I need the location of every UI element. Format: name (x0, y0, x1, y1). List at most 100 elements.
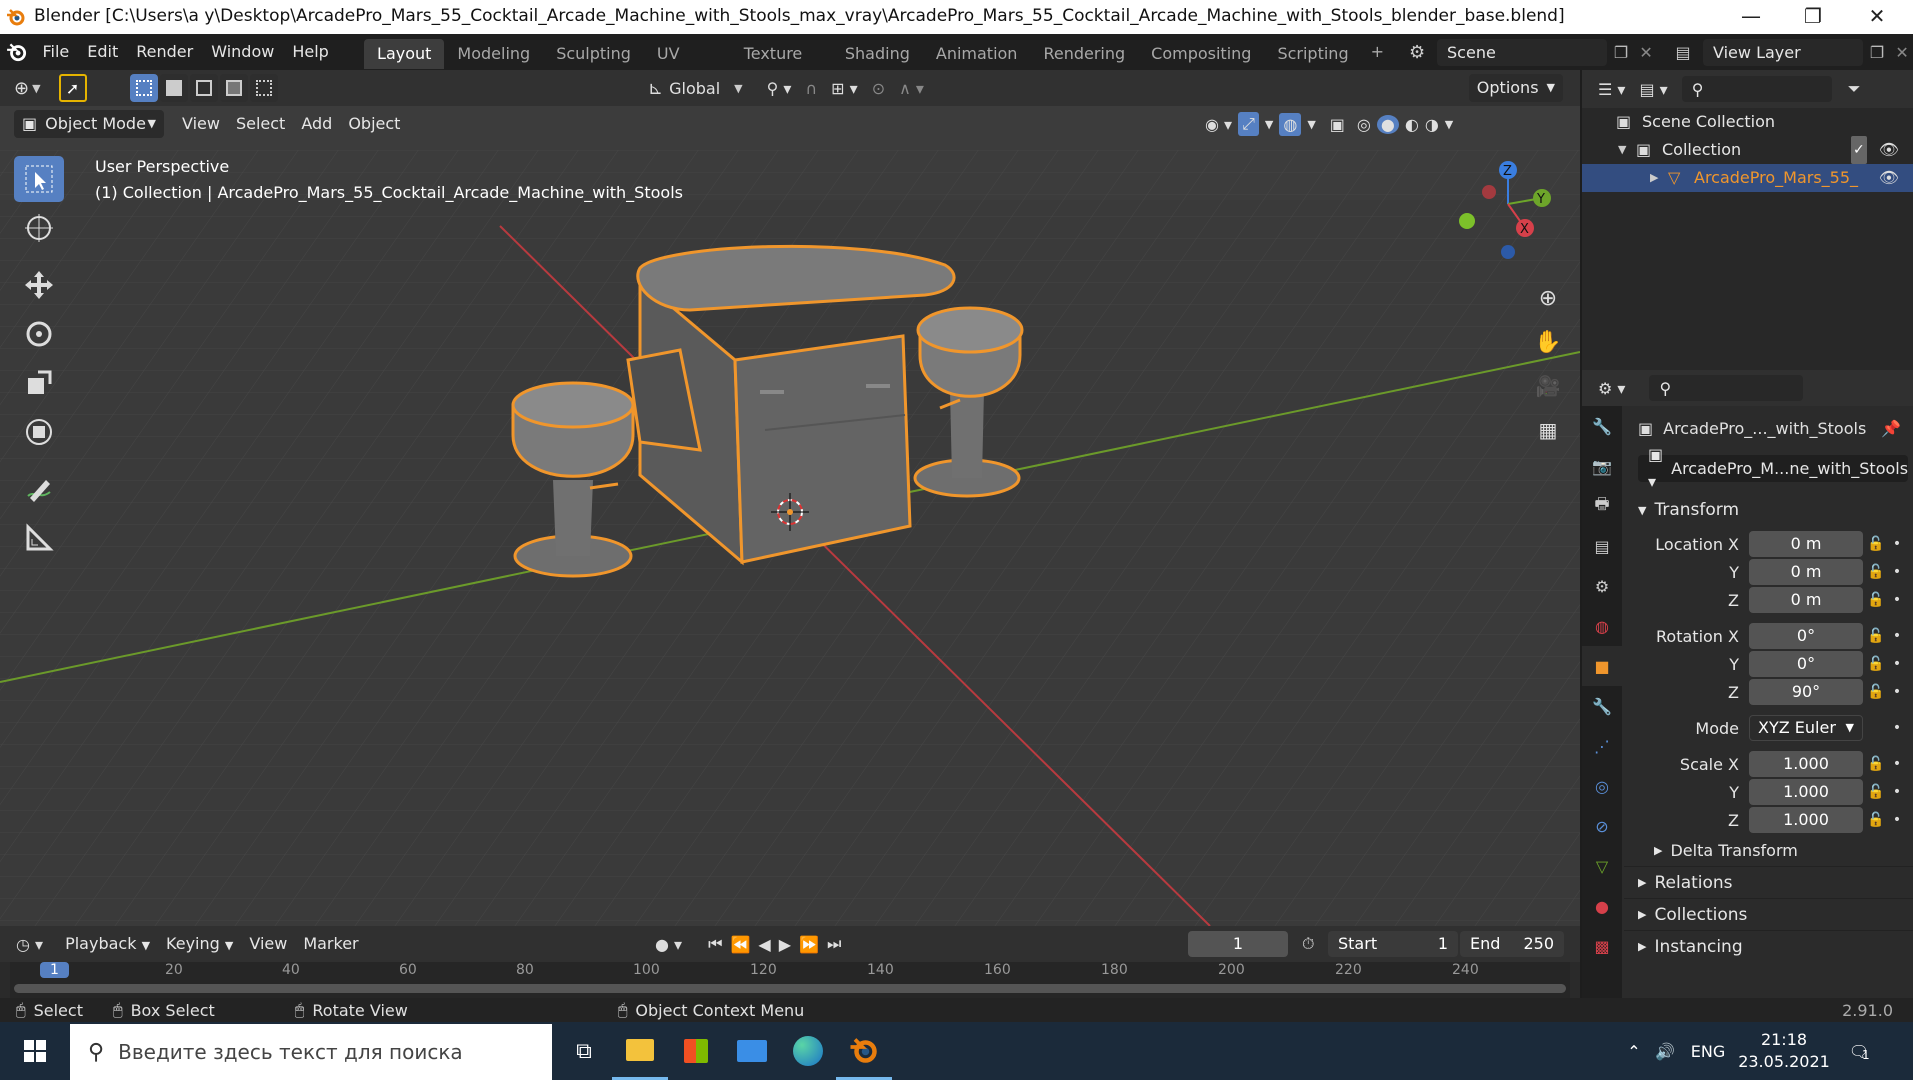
tab-layout[interactable]: Layout (364, 39, 445, 69)
collections-panel[interactable]: ▶ Collections (1624, 898, 1913, 930)
lock-icon[interactable]: 🔓 (1863, 656, 1889, 672)
navigation-gizmo[interactable]: Z Y X (1450, 156, 1570, 266)
tab-uv-editing[interactable]: UV Editing (644, 39, 731, 93)
delta-transform-panel[interactable]: ▶ Delta Transform (1624, 834, 1913, 866)
material-tab-icon[interactable]: ● (1582, 886, 1622, 926)
tab-rendering[interactable]: Rendering (1030, 39, 1138, 69)
lock-icon[interactable]: 🔓 (1863, 628, 1889, 644)
visibility-icon[interactable]: ◉ ▾ (1205, 115, 1232, 134)
select-tool[interactable] (14, 156, 64, 202)
options-dropdown[interactable]: Options ▼ (1468, 74, 1563, 102)
keyframe-dot-icon[interactable]: • (1889, 628, 1905, 644)
object-datablock-field[interactable]: ▣ ▾ ArcadePro_M...ne_with_Stools (1638, 445, 1908, 491)
jump-keyframe-back-icon[interactable]: ⏪ (730, 935, 750, 954)
lock-icon[interactable]: 🔓 (1863, 536, 1889, 552)
timeline-editor-icon[interactable]: ◷ ▾ (16, 935, 43, 954)
camera-icon[interactable]: 🎥 (1530, 368, 1566, 404)
rotate-tool[interactable] (14, 311, 64, 357)
lock-icon[interactable]: 🔓 (1863, 812, 1889, 828)
start-frame-field[interactable]: Start 1 (1328, 931, 1458, 957)
keyframe-dot-icon[interactable]: • (1889, 684, 1905, 700)
location-x-field[interactable]: 0 m (1749, 531, 1863, 557)
transform-panel-header[interactable]: ▼ Transform (1624, 494, 1913, 526)
notifications-icon[interactable]: 🗨 1 (1834, 1042, 1884, 1062)
keyframe-dot-icon[interactable]: • (1889, 656, 1905, 672)
relations-panel[interactable]: ▶ Relations (1624, 866, 1913, 898)
lock-icon[interactable]: 🔓 (1863, 756, 1889, 772)
outliner-row-scene-collection[interactable]: ▣ Scene Collection (1582, 108, 1913, 136)
play-icon[interactable]: ▶ (779, 935, 791, 954)
zoom-icon[interactable]: ⊕ (1530, 280, 1566, 316)
texture-tab-icon[interactable]: ▩ (1582, 926, 1622, 966)
location-z-field[interactable]: 0 m (1749, 587, 1863, 613)
display-mode-icon[interactable]: ▤ ▾ (1639, 80, 1667, 99)
eye-icon[interactable]: 👁 (1879, 164, 1899, 192)
lock-icon[interactable]: 🔓 (1863, 564, 1889, 580)
keyframe-dot-icon[interactable]: • (1889, 756, 1905, 772)
file-explorer-icon[interactable] (612, 1022, 668, 1080)
render-tab-icon[interactable]: 📷 (1582, 446, 1622, 486)
menu-playback[interactable]: Playback ▼ (57, 930, 158, 958)
menu-view[interactable]: View (174, 110, 228, 138)
microsoft-store-icon[interactable] (668, 1022, 724, 1080)
tab-scripting[interactable]: Scripting (1264, 39, 1361, 69)
tray-chevron-up-icon[interactable]: ⌃ (1620, 1042, 1648, 1061)
menu-keying[interactable]: Keying ▼ (158, 930, 241, 958)
current-frame-marker[interactable]: 1 (40, 962, 69, 978)
instancing-panel[interactable]: ▶ Instancing (1624, 930, 1913, 962)
transform-orientation[interactable]: ⊾ Global ▼ (648, 78, 743, 99)
checkbox-icon[interactable]: ✓ (1850, 136, 1867, 164)
lock-icon[interactable]: 🔓 (1863, 684, 1889, 700)
keyframe-dot-icon[interactable]: • (1889, 564, 1905, 580)
jump-start-icon[interactable]: ⏮ (708, 934, 722, 954)
cursor-tool[interactable] (14, 205, 64, 251)
scale-y-field[interactable]: 1.000 (1749, 779, 1863, 805)
scale-x-field[interactable]: 1.000 (1749, 751, 1863, 777)
current-frame-field[interactable]: 1 (1188, 931, 1288, 957)
outliner-row-arcade-object[interactable]: ▶ ▽ ArcadePro_Mars_55_ 👁 (1582, 164, 1913, 192)
edge-browser-icon[interactable] (780, 1022, 836, 1080)
select-invert-icon[interactable] (220, 74, 248, 102)
delete-view-layer-icon[interactable]: ✕ (1891, 43, 1913, 62)
delete-scene-icon[interactable]: ✕ (1635, 43, 1657, 62)
object-tab-icon[interactable]: ■ (1582, 646, 1622, 686)
blender-menu-icon[interactable] (0, 41, 34, 63)
outliner-row-collection[interactable]: ▼ ▣ Collection ✓ 👁 (1582, 136, 1913, 164)
view-layer-tab-icon[interactable]: ▤ (1582, 526, 1622, 566)
close-button[interactable]: ✕ (1846, 0, 1908, 34)
measure-tool[interactable] (14, 515, 64, 561)
modifier-tab-icon[interactable]: 🔧 (1582, 686, 1622, 726)
xray-icon[interactable]: ▣ (1330, 115, 1345, 134)
timeline-ruler[interactable]: 1 20 40 60 80 100 120 140 160 180 200 220 240 (10, 962, 1570, 998)
rotation-z-field[interactable]: 90° (1749, 679, 1863, 705)
view-layer-field[interactable]: View Layer (1703, 38, 1864, 66)
move-tool[interactable] (14, 262, 64, 308)
tab-animation[interactable]: Animation (923, 39, 1031, 69)
falloff-curve-icon[interactable]: ∧ ▾ (899, 79, 924, 98)
snap-increment-icon[interactable]: ⊞ ▾ (831, 79, 858, 98)
output-tab-icon[interactable]: 🖶 (1582, 486, 1622, 526)
menu-add[interactable]: Add (293, 110, 340, 138)
scale-z-field[interactable]: 1.000 (1749, 807, 1863, 833)
particles-tab-icon[interactable]: ⋰ (1582, 726, 1622, 766)
maximize-button[interactable]: ❐ (1782, 0, 1844, 34)
object-name-label[interactable]: ArcadePro_..._with_Stools (1663, 419, 1866, 438)
select-extend-icon[interactable] (160, 74, 188, 102)
new-scene-icon[interactable]: ❐ (1607, 43, 1635, 62)
view-layer-selector[interactable]: ▤ View Layer ❐ ✕ (1663, 38, 1913, 66)
add-workspace-button[interactable]: + (1362, 34, 1393, 70)
scene-tab-icon[interactable]: ⚙ (1582, 566, 1622, 606)
annotate-tool[interactable] (14, 466, 64, 512)
timeline-scrollbar[interactable] (14, 984, 1566, 993)
rotation-x-field[interactable]: 0° (1749, 623, 1863, 649)
volume-icon[interactable]: 🔊 (1648, 1042, 1682, 1061)
scene-name-field[interactable]: Scene (1437, 38, 1608, 66)
pivot-point-icon[interactable]: ⚲ ▾ (767, 79, 792, 98)
new-view-layer-icon[interactable]: ❐ (1863, 43, 1891, 62)
wireframe-shading-icon[interactable]: ◎ (1357, 115, 1371, 134)
eye-icon[interactable]: 👁 (1879, 136, 1899, 164)
object-mode-dropdown[interactable]: ▣ Object Mode ▼ (14, 110, 164, 138)
rotation-y-field[interactable]: 0° (1749, 651, 1863, 677)
outliner-search-input[interactable]: ⚲ (1681, 76, 1832, 102)
menu-timeline-view[interactable]: View (241, 930, 295, 958)
